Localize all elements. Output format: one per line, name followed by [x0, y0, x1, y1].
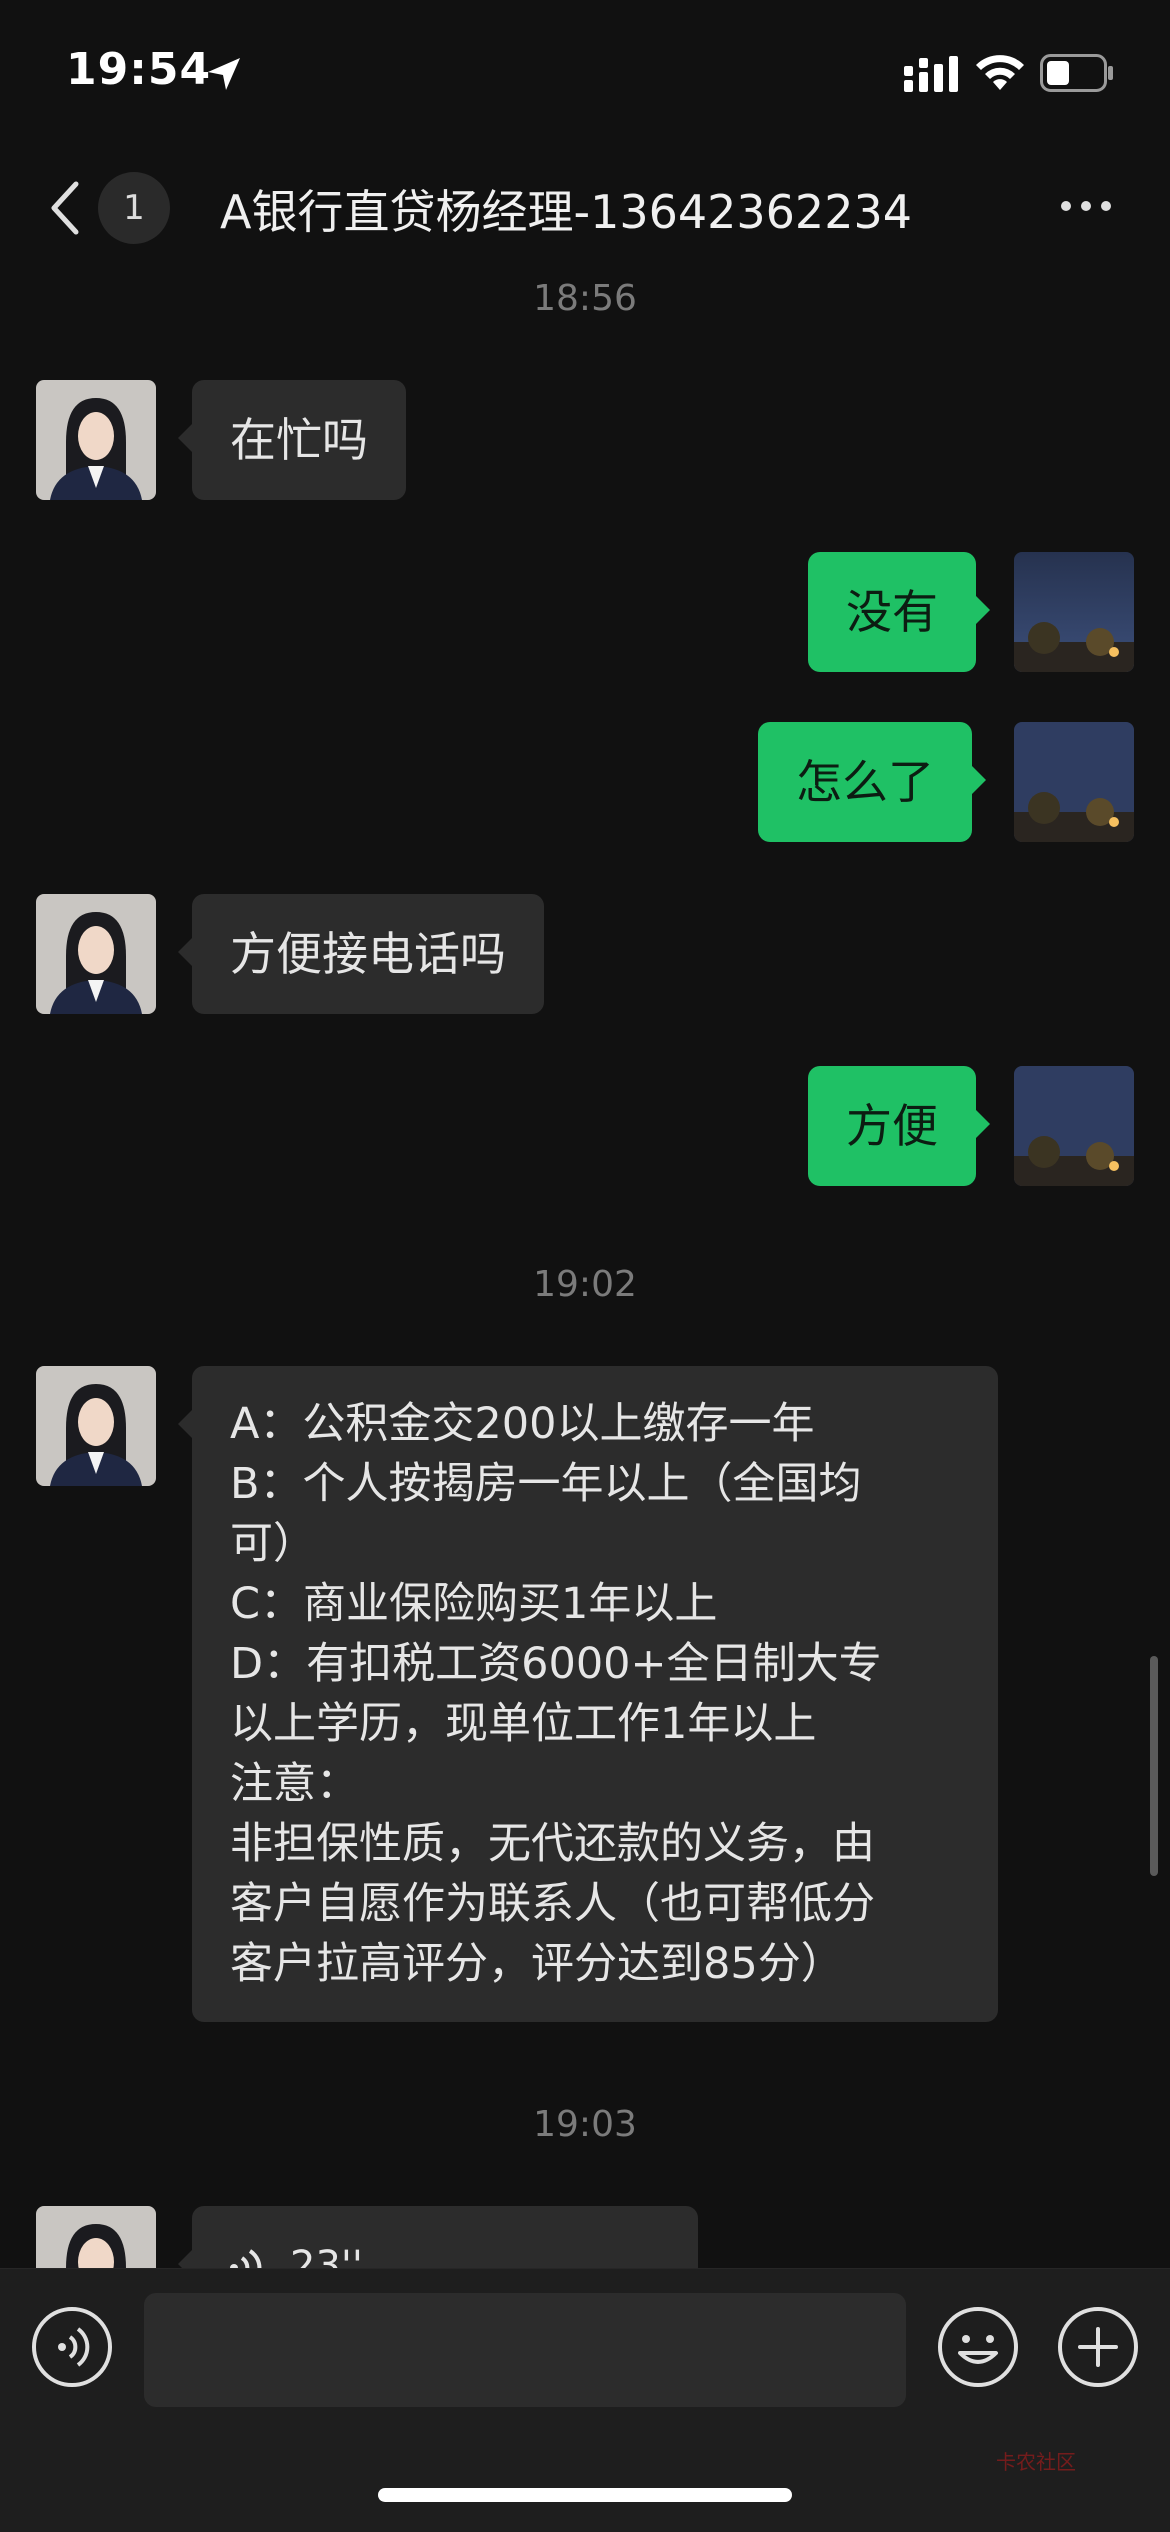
scrollbar[interactable] — [1150, 1656, 1158, 1876]
message-text: 没有 — [846, 585, 938, 639]
message-bubble-incoming[interactable]: A：公积金交200以上缴存一年 B：个人按揭房一年以上（全国均 可） C：商业保… — [178, 1366, 998, 2022]
message-text: 方便接电话吗 — [230, 927, 506, 981]
user-avatar[interactable] — [1014, 722, 1134, 842]
contact-avatar[interactable] — [36, 380, 156, 500]
status-time: 19:54 — [66, 44, 212, 95]
message-text-line: C：商业保险购买1年以上 — [230, 1579, 718, 1629]
chat-header: 1 A银行直贷杨经理-13642362234 — [0, 150, 1170, 270]
message-text: 怎么了 — [796, 755, 934, 809]
message-text-line: 注意： — [230, 1759, 359, 1809]
unread-count-badge[interactable]: 1 — [98, 172, 170, 244]
plus-icon[interactable] — [1056, 2305, 1140, 2389]
chevron-left-icon[interactable] — [44, 178, 84, 238]
home-indicator[interactable] — [378, 2488, 792, 2502]
message-bubble-incoming[interactable]: 方便接电话吗 — [178, 894, 544, 1014]
voice-toggle-icon[interactable] — [30, 2305, 114, 2389]
message-text-line: 可） — [230, 1519, 316, 1569]
message-bubble-outgoing[interactable]: 没有 — [808, 552, 990, 672]
location-arrow-icon — [208, 58, 240, 90]
status-bar: 19:54 — [0, 0, 1170, 150]
watermark: 卡农社区 — [996, 2450, 1076, 2474]
message-bubble-incoming[interactable]: 在忙吗 — [178, 380, 406, 500]
message-text-line: D：有扣税工资6000+全日制大专 — [230, 1639, 882, 1689]
contact-avatar[interactable] — [36, 1366, 156, 1486]
chat-screen: 19:54 1 A银行直贷杨经理-13642362234 18:56 在忙吗 没… — [0, 0, 1170, 2532]
wifi-icon — [976, 55, 1024, 90]
message-input[interactable] — [144, 2293, 906, 2407]
more-dots-icon[interactable] — [1058, 190, 1114, 222]
message-text-line: 客户拉高评分，评分达到85分） — [230, 1939, 844, 1989]
cellular-signal-icon — [904, 56, 958, 92]
battery-icon — [1040, 54, 1113, 92]
message-bubble-outgoing[interactable]: 怎么了 — [758, 722, 986, 842]
message-timestamp: 19:03 — [533, 2104, 637, 2145]
chat-title: A银行直贷杨经理-13642362234 — [220, 185, 912, 239]
message-text-line: B：个人按揭房一年以上（全国均 — [230, 1459, 862, 1509]
message-text-line: 客户自愿作为联系人（也可帮低分 — [230, 1879, 875, 1929]
message-text-line: A：公积金交200以上缴存一年 — [230, 1399, 815, 1449]
message-text: 在忙吗 — [230, 413, 368, 467]
user-avatar[interactable] — [1014, 1066, 1134, 1186]
message-text-line: 非担保性质，无代还款的义务，由 — [230, 1819, 875, 1869]
message-text-line: 以上学历，现单位工作1年以上 — [230, 1699, 817, 1749]
message-text: 方便 — [846, 1099, 938, 1153]
message-timestamp: 18:56 — [533, 278, 637, 319]
message-bubble-outgoing[interactable]: 方便 — [808, 1066, 990, 1186]
emoji-icon[interactable] — [936, 2305, 1020, 2389]
user-avatar[interactable] — [1014, 552, 1134, 672]
message-timestamp: 19:02 — [533, 1264, 637, 1305]
contact-avatar[interactable] — [36, 894, 156, 1014]
